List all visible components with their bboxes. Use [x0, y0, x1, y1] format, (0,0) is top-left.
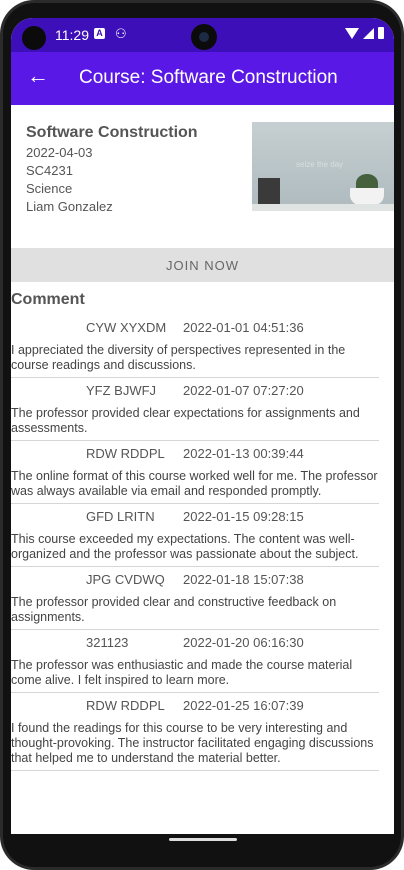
comment-author: YFZ BJWFJ — [86, 383, 157, 398]
list-item: 321123 2022-01-20 06:16:30 The professor w… — [11, 630, 379, 693]
comment-text: The professor provided clear expectation… — [11, 406, 360, 435]
course-image-caption: seize the day — [296, 160, 344, 169]
list-item: JPG CVDWQ 2022-01-18 15:07:38 The professo… — [11, 567, 379, 630]
comment-text: I found the readings for this course to … — [11, 721, 374, 765]
comment-header: RDW RDDPL 2022-01-25 16:07:39 — [11, 693, 379, 721]
list-item: CYW XYXDM 2022-01-01 04:51:36 I appreciate… — [11, 315, 379, 378]
join-now-button[interactable]: JOIN NOW — [11, 248, 394, 282]
course-header: Software Construction 2022-04-03 SC4231 … — [11, 105, 394, 248]
course-name: Software Construction — [26, 124, 198, 141]
shelf-decoration — [252, 204, 394, 211]
data-saver-icon: ⚇ — [115, 26, 127, 41]
comment-header: JPG CVDWQ 2022-01-18 15:07:38 — [11, 567, 379, 595]
comment-author: GFD LRITN — [86, 509, 155, 524]
comment-header: RDW RDDPL 2022-01-13 00:39:44 — [11, 441, 379, 469]
comment-date: 2022-01-20 06:16:30 — [183, 635, 304, 650]
comment-list[interactable]: CYW XYXDM 2022-01-01 04:51:36 I appreciate… — [11, 315, 394, 771]
app-bar: ← Course: Software Construction — [11, 52, 394, 105]
comment-text: The online format of this course worked … — [11, 469, 378, 498]
comment-author: 321123 — [86, 635, 129, 650]
app-a-icon: A — [94, 28, 105, 39]
comment-text: I appreciated the diversity of perspecti… — [11, 343, 346, 372]
arrow-back-icon[interactable]: ← — [27, 64, 49, 88]
comment-header: 321123 2022-01-20 06:16:30 — [11, 630, 379, 658]
home-gesture-handle[interactable] — [169, 838, 237, 841]
list-item: RDW RDDPL 2022-01-25 16:07:39 I found the … — [11, 693, 379, 771]
comment-date: 2022-01-25 16:07:39 — [183, 698, 304, 713]
comment-header: CYW XYXDM 2022-01-01 04:51:36 — [11, 315, 379, 343]
comment-date: 2022-01-18 15:07:38 — [183, 572, 304, 587]
battery-icon — [378, 27, 384, 39]
status-bar: 11:29 A ⚇ — [11, 18, 394, 52]
comment-author: RDW RDDPL — [86, 698, 165, 713]
comment-text: This course exceeded my expectations. Th… — [11, 532, 359, 561]
comment-section-title: Comment — [11, 291, 85, 308]
comment-date: 2022-01-15 09:28:15 — [183, 509, 304, 524]
course-instructor: Liam Gonzalez — [26, 199, 113, 214]
list-item: YFZ BJWFJ 2022-01-07 07:27:20 The professo… — [11, 378, 379, 441]
comment-date: 2022-01-13 00:39:44 — [183, 446, 304, 461]
comment-date: 2022-01-07 07:27:20 — [183, 383, 304, 398]
page-title: Course: Software Construction — [79, 67, 338, 88]
comment-header: GFD LRITN 2022-01-15 09:28:15 — [11, 504, 379, 532]
list-item: RDW RDDPL 2022-01-13 00:39:44 The online f… — [11, 441, 379, 504]
books-decoration — [258, 178, 280, 205]
screen: 11:29 A ⚇ ← Course: Software Constructio… — [11, 18, 394, 854]
course-category: Science — [26, 181, 73, 196]
comment-text: The professor was enthusiastic and made … — [11, 658, 353, 687]
wifi-icon — [345, 27, 359, 39]
pot-decoration — [350, 188, 384, 205]
comment-author: CYW XYXDM — [86, 320, 167, 335]
comment-header: YFZ BJWFJ 2022-01-07 07:27:20 — [11, 378, 379, 406]
comment-date: 2022-01-01 04:51:36 — [183, 320, 304, 335]
front-camera-icon — [191, 24, 217, 50]
comment-text: The professor provided clear and constru… — [11, 595, 337, 624]
status-time: 11:29 — [55, 27, 89, 43]
notification-dot-icon — [22, 26, 46, 50]
nav-bar — [11, 834, 394, 856]
signal-icon — [363, 27, 374, 39]
comment-author: JPG CVDWQ — [86, 572, 165, 587]
list-item: GFD LRITN 2022-01-15 09:28:15 This course … — [11, 504, 379, 567]
course-code: SC4231 — [26, 163, 73, 178]
course-date: 2022-04-03 — [26, 145, 93, 160]
comment-author: RDW RDDPL — [86, 446, 165, 461]
status-icons — [345, 27, 384, 39]
course-image: seize the day — [252, 122, 394, 211]
